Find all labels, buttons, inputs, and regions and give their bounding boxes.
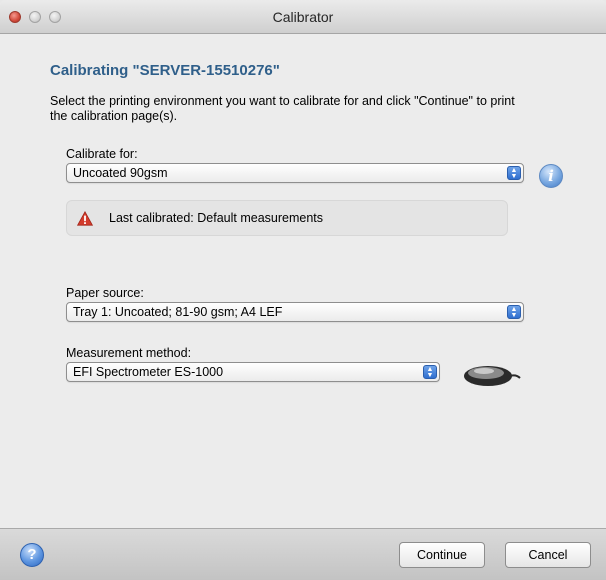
calibrate-for-value: Uncoated 90gsm (73, 166, 168, 180)
calibration-status-box: Last calibrated: Default measurements (66, 200, 508, 236)
button-bar: ? Continue Cancel (0, 528, 606, 580)
paper-source-label: Paper source: (66, 286, 144, 300)
continue-button[interactable]: Continue (399, 542, 485, 568)
spectrometer-icon (464, 366, 521, 386)
cancel-button[interactable]: Cancel (505, 542, 591, 568)
measurement-method-value: EFI Spectrometer ES-1000 (73, 365, 224, 379)
measurement-method-select[interactable]: EFI Spectrometer ES-1000 ▲ ▼ (66, 362, 440, 382)
warning-icon (77, 211, 93, 226)
page-title: Calibrating "SERVER-15510276" (50, 62, 280, 79)
measurement-method-label: Measurement method: (66, 346, 192, 360)
help-icon[interactable]: ? (20, 543, 44, 567)
calibrate-for-label: Calibrate for: (66, 147, 138, 161)
calibrator-window: Calibrator Calibrating "SERVER-15510276"… (0, 0, 606, 580)
info-icon[interactable]: i (539, 164, 563, 188)
paper-source-value: Tray 1: Uncoated; 81-90 gsm; A4 LEF (73, 305, 283, 319)
popup-arrows-icon: ▲ ▼ (507, 305, 521, 319)
last-calibrated-text: Last calibrated: Default measurements (109, 211, 323, 225)
popup-arrows-icon: ▲ ▼ (423, 365, 437, 379)
popup-arrows-icon: ▲ ▼ (507, 166, 521, 180)
instructions-text: Select the printing environment you want… (50, 94, 515, 123)
window-title: Calibrator (272, 9, 334, 25)
title-bar[interactable]: Calibrator (0, 0, 606, 34)
calibrate-for-select[interactable]: Uncoated 90gsm ▲ ▼ (66, 163, 524, 183)
paper-source-select[interactable]: Tray 1: Uncoated; 81-90 gsm; A4 LEF ▲ ▼ (66, 302, 524, 322)
